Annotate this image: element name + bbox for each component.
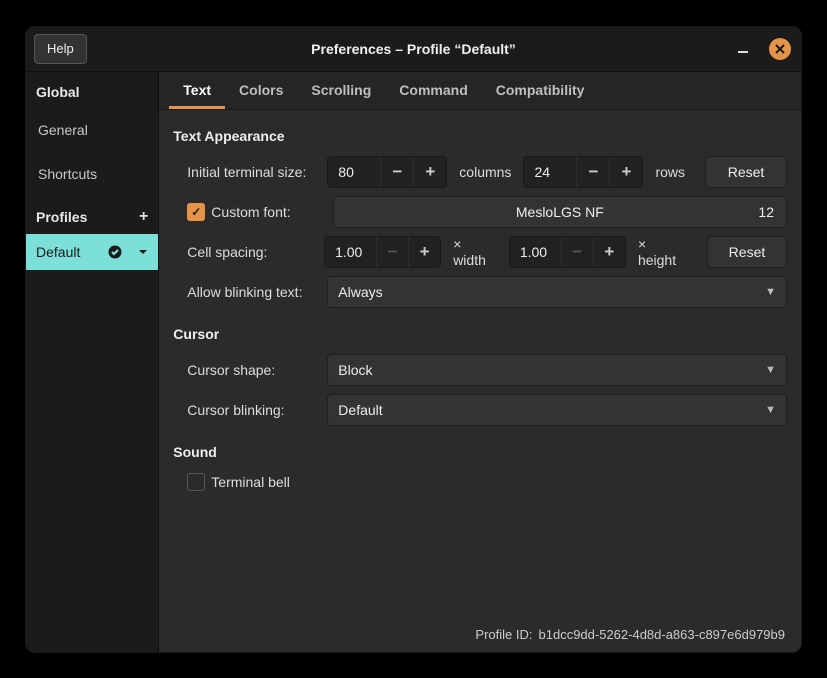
cell-width-unit: × width (449, 236, 501, 268)
cell-height-stepper[interactable]: 1.00 − + (509, 236, 626, 268)
cell-width-decrement[interactable]: − (376, 237, 408, 267)
cursor-shape-label: Cursor shape: (173, 362, 319, 378)
row-terminal-bell: Terminal bell (173, 468, 787, 496)
cell-height-unit: × height (634, 236, 691, 268)
columns-increment[interactable]: + (413, 157, 446, 187)
add-profile-button[interactable]: + (139, 208, 148, 226)
spacing-reset-button[interactable]: Reset (707, 236, 787, 268)
section-sound: Sound (173, 444, 787, 460)
size-reset-button[interactable]: Reset (705, 156, 787, 188)
cell-width-stepper[interactable]: 1.00 − + (324, 236, 441, 268)
sidebar-section-profiles: Profiles + (26, 196, 158, 234)
rows-unit: rows (651, 164, 689, 180)
close-button[interactable] (769, 38, 791, 60)
custom-font-label-wrap: ✓ Custom font: (187, 203, 290, 221)
columns-decrement[interactable]: − (380, 157, 413, 187)
cell-spacing-label: Cell spacing: (173, 244, 316, 260)
tab-scrolling[interactable]: Scrolling (297, 74, 385, 109)
terminal-bell-checkbox[interactable] (187, 473, 205, 491)
row-cursor-blinking: Cursor blinking: Default ▼ (173, 390, 787, 430)
allow-blinking-dropdown[interactable]: Always ▼ (327, 276, 787, 308)
terminal-bell-label: Terminal bell (211, 474, 290, 490)
columns-value[interactable]: 80 (328, 164, 380, 180)
chevron-down-icon: ▼ (765, 286, 776, 298)
font-chooser-button[interactable]: MesloLGS NF 12 (333, 196, 787, 228)
row-allow-blinking: Allow blinking text: Always ▼ (173, 272, 787, 312)
tab-command[interactable]: Command (385, 74, 481, 109)
cell-height-increment[interactable]: + (593, 237, 625, 267)
footer: Profile ID: b1dcc9dd-5262-4d8d-a863-c897… (173, 621, 787, 644)
sidebar-item-general[interactable]: General (26, 108, 158, 152)
window-controls (733, 38, 791, 60)
titlebar: Help Preferences – Profile “Default” (26, 27, 801, 72)
tab-compatibility[interactable]: Compatibility (482, 74, 599, 109)
cell-width-increment[interactable]: + (408, 237, 440, 267)
sidebar-item-shortcuts[interactable]: Shortcuts (26, 152, 158, 196)
preferences-window: Help Preferences – Profile “Default” Glo… (25, 26, 802, 653)
sidebar-profile-name: Default (36, 244, 80, 260)
rows-decrement[interactable]: − (576, 157, 609, 187)
rows-stepper[interactable]: 24 − + (523, 156, 643, 188)
terminal-bell-wrap: Terminal bell (187, 473, 290, 491)
section-text-appearance: Text Appearance (173, 128, 787, 144)
cursor-blinking-label: Cursor blinking: (173, 402, 319, 418)
sidebar: Global General Shortcuts Profiles + Defa… (26, 72, 159, 652)
row-cursor-shape: Cursor shape: Block ▼ (173, 350, 787, 390)
minimize-button[interactable] (733, 39, 753, 59)
row-cell-spacing: Cell spacing: 1.00 − + × width 1.00 − + … (173, 232, 787, 272)
tabs: Text Colors Scrolling Command Compatibil… (159, 72, 801, 110)
profile-id-value: b1dcc9dd-5262-4d8d-a863-c897e6d979b9 (539, 627, 786, 642)
profile-menu-chevron-icon[interactable] (138, 247, 148, 257)
chevron-down-icon: ▼ (765, 404, 776, 416)
default-profile-badge-icon (108, 245, 122, 259)
allow-blinking-value: Always (338, 284, 382, 300)
initial-size-label: Initial terminal size: (173, 164, 319, 180)
content: Text Appearance Initial terminal size: 8… (159, 110, 801, 652)
custom-font-checkbox[interactable]: ✓ (187, 203, 205, 221)
main-panel: Text Colors Scrolling Command Compatibil… (159, 72, 801, 652)
cursor-blinking-dropdown[interactable]: Default ▼ (327, 394, 787, 426)
rows-increment[interactable]: + (609, 157, 642, 187)
cell-height-value[interactable]: 1.00 (510, 244, 561, 260)
section-cursor: Cursor (173, 326, 787, 342)
rows-value[interactable]: 24 (524, 164, 576, 180)
cell-height-decrement[interactable]: − (561, 237, 593, 267)
cursor-shape-value: Block (338, 362, 372, 378)
chevron-down-icon: ▼ (765, 364, 776, 376)
columns-stepper[interactable]: 80 − + (327, 156, 447, 188)
row-initial-size: Initial terminal size: 80 − + columns 24… (173, 152, 787, 192)
tab-colors[interactable]: Colors (225, 74, 297, 109)
window-body: Global General Shortcuts Profiles + Defa… (26, 72, 801, 652)
sidebar-profiles-label: Profiles (36, 209, 87, 225)
help-button[interactable]: Help (34, 34, 87, 64)
allow-blinking-label: Allow blinking text: (173, 284, 319, 300)
custom-font-label: Custom font: (211, 204, 290, 220)
font-name: MesloLGS NF (334, 204, 786, 220)
cursor-blinking-value: Default (338, 402, 382, 418)
sidebar-profile-default[interactable]: Default (26, 234, 158, 270)
window-title: Preferences – Profile “Default” (26, 41, 801, 57)
tab-text[interactable]: Text (169, 74, 225, 109)
profile-id-label: Profile ID: (475, 627, 532, 642)
cell-width-value[interactable]: 1.00 (325, 244, 376, 260)
row-custom-font: ✓ Custom font: MesloLGS NF 12 (173, 192, 787, 232)
cursor-shape-dropdown[interactable]: Block ▼ (327, 354, 787, 386)
columns-unit: columns (455, 164, 515, 180)
sidebar-section-global: Global (26, 72, 158, 108)
